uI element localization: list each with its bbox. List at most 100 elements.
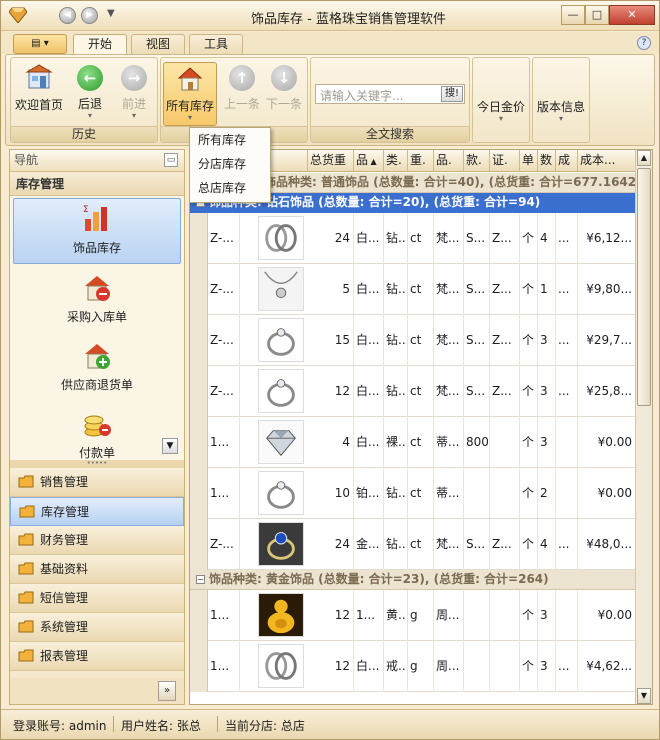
cell-c5[interactable] (464, 468, 490, 519)
all-stock-dropdown-icon[interactable]: ▾ (164, 114, 216, 122)
cell-c4[interactable]: 梵... (434, 264, 464, 315)
cell-cost[interactable]: ¥6,12... (578, 213, 636, 264)
column-quantity[interactable]: 数 (538, 150, 556, 172)
menu-item-head-stock[interactable]: 总店库存 (190, 176, 270, 200)
cell-cost[interactable]: ¥29,7... (578, 315, 636, 366)
cell-code[interactable]: Z-... (208, 264, 240, 315)
cell-c1[interactable]: 白... (354, 641, 384, 692)
cell-c5[interactable]: 800 (464, 417, 490, 468)
cell-c1[interactable]: 铂... (354, 468, 384, 519)
cell-c2[interactable]: 钻... (384, 366, 408, 417)
product-photo[interactable] (258, 420, 304, 464)
cell-c8[interactable]: 3 (538, 366, 556, 417)
column-cost-a[interactable]: 成 (556, 150, 578, 172)
menu-item-branch-stock[interactable]: 分店库存 (190, 152, 270, 176)
row-indicator[interactable] (190, 366, 208, 417)
tab-tools[interactable]: 工具 (189, 34, 244, 55)
back-button[interactable]: ← 后退 ▾ (69, 62, 111, 126)
menu-item-all-stock[interactable]: 所有库存 (190, 128, 270, 152)
column-name[interactable]: 品 ▲ (354, 150, 384, 172)
module-finance[interactable]: 财务管理 (10, 526, 184, 555)
version-info-button[interactable]: 版本信息 ▾ (535, 94, 587, 134)
minimize-button[interactable]: — (561, 5, 585, 25)
cell-c6[interactable] (490, 590, 520, 641)
cell-c3[interactable]: ct (408, 519, 434, 570)
cell-weight[interactable]: 24 (308, 519, 354, 570)
table-row[interactable]: Z-... 24 白... 钻... ct 梵... S... Z... 个 4... ¥6,12.… (190, 213, 636, 264)
cell-c5[interactable] (464, 590, 490, 641)
cell-c2[interactable]: 钻... (384, 468, 408, 519)
nav-item-payment[interactable]: 付款单 (10, 404, 184, 460)
cell-cost[interactable]: ¥0.00 (578, 590, 636, 641)
cell-c2[interactable]: 钻... (384, 315, 408, 366)
forward-dropdown-icon[interactable]: ▾ (113, 112, 155, 120)
cell-c7[interactable]: 个 (520, 315, 538, 366)
cell-c3[interactable]: ct (408, 213, 434, 264)
group-row-gold[interactable]: − 饰品种类: 黄金饰品 (总数量: 合计=23), (总货重: 合计=264) (190, 570, 636, 590)
cell-weight[interactable]: 10 (308, 468, 354, 519)
nav-splitter[interactable]: ••••• (10, 460, 184, 468)
quick-back-icon[interactable]: ◀ (59, 7, 76, 24)
cell-c8[interactable]: 3 (538, 641, 556, 692)
cell-c1[interactable]: 白... (354, 315, 384, 366)
scroll-up-icon[interactable]: ▲ (637, 150, 651, 166)
scroll-thumb[interactable] (637, 168, 651, 406)
row-indicator[interactable] (190, 641, 208, 692)
cell-weight[interactable]: 5 (308, 264, 354, 315)
cell-c7[interactable]: 个 (520, 590, 538, 641)
quick-forward-icon[interactable]: ▶ (81, 7, 98, 24)
cell-c8[interactable]: 1 (538, 264, 556, 315)
cell-c1[interactable]: 1... (354, 590, 384, 641)
cell-c9[interactable]: ... (556, 641, 578, 692)
scroll-down-icon[interactable]: ▼ (637, 688, 651, 704)
cell-c6[interactable] (490, 417, 520, 468)
cell-cost[interactable]: ¥0.00 (578, 468, 636, 519)
cell-c9[interactable] (556, 417, 578, 468)
column-certificate[interactable]: 证. (490, 150, 520, 172)
cell-c7[interactable]: 个 (520, 417, 538, 468)
cell-c8[interactable]: 3 (538, 315, 556, 366)
module-system[interactable]: 系统管理 (10, 613, 184, 642)
pin-icon[interactable]: ▭ (164, 153, 178, 167)
cell-c7[interactable]: 个 (520, 213, 538, 264)
cell-code[interactable]: 1... (208, 590, 240, 641)
cell-c4[interactable]: 梵... (434, 213, 464, 264)
cell-weight[interactable]: 4 (308, 417, 354, 468)
product-photo[interactable] (258, 644, 304, 688)
grid-vertical-scrollbar[interactable]: ▲ ▼ (635, 150, 652, 704)
cell-code[interactable]: Z-... (208, 213, 240, 264)
cell-c2[interactable]: 钻... (384, 213, 408, 264)
cell-c2[interactable]: 戒... (384, 641, 408, 692)
cell-c3[interactable]: g (408, 641, 434, 692)
product-photo[interactable] (258, 318, 304, 362)
cell-c5[interactable]: S... (464, 315, 490, 366)
cell-c9[interactable]: ... (556, 264, 578, 315)
column-brand[interactable]: 品. (434, 150, 464, 172)
cell-c3[interactable]: g (408, 590, 434, 641)
column-total-weight[interactable]: 总货重 (308, 150, 354, 172)
cell-c7[interactable]: 个 (520, 366, 538, 417)
cell-c3[interactable]: ct (408, 417, 434, 468)
module-sales[interactable]: 销售管理 (10, 468, 184, 497)
all-stock-button[interactable]: 所有库存 ▾ (163, 62, 217, 126)
back-dropdown-icon[interactable]: ▾ (69, 112, 111, 120)
cell-c6[interactable]: Z... (490, 264, 520, 315)
row-indicator[interactable] (190, 417, 208, 468)
cell-c7[interactable]: 个 (520, 519, 538, 570)
gold-price-button[interactable]: 今日金价 ▾ (475, 94, 527, 134)
close-button[interactable]: ✕ (609, 5, 655, 25)
product-photo[interactable] (258, 369, 304, 413)
cell-c4[interactable]: 梵... (434, 315, 464, 366)
cell-cost[interactable]: ¥0.00 (578, 417, 636, 468)
collapse-icon[interactable]: − (196, 575, 205, 584)
cell-c6[interactable]: Z... (490, 366, 520, 417)
cell-c4[interactable]: 蒂... (434, 468, 464, 519)
cell-c7[interactable]: 个 (520, 264, 538, 315)
table-row[interactable]: Z-... 12 白... 钻... ct 梵... S... Z... 个 3... ¥25,8.… (190, 366, 636, 417)
cell-c3[interactable]: ct (408, 366, 434, 417)
row-indicator[interactable] (190, 315, 208, 366)
column-unit[interactable]: 单 (520, 150, 538, 172)
cell-c9[interactable]: ... (556, 315, 578, 366)
cell-c4[interactable]: 周... (434, 641, 464, 692)
cell-c4[interactable]: 梵... (434, 519, 464, 570)
